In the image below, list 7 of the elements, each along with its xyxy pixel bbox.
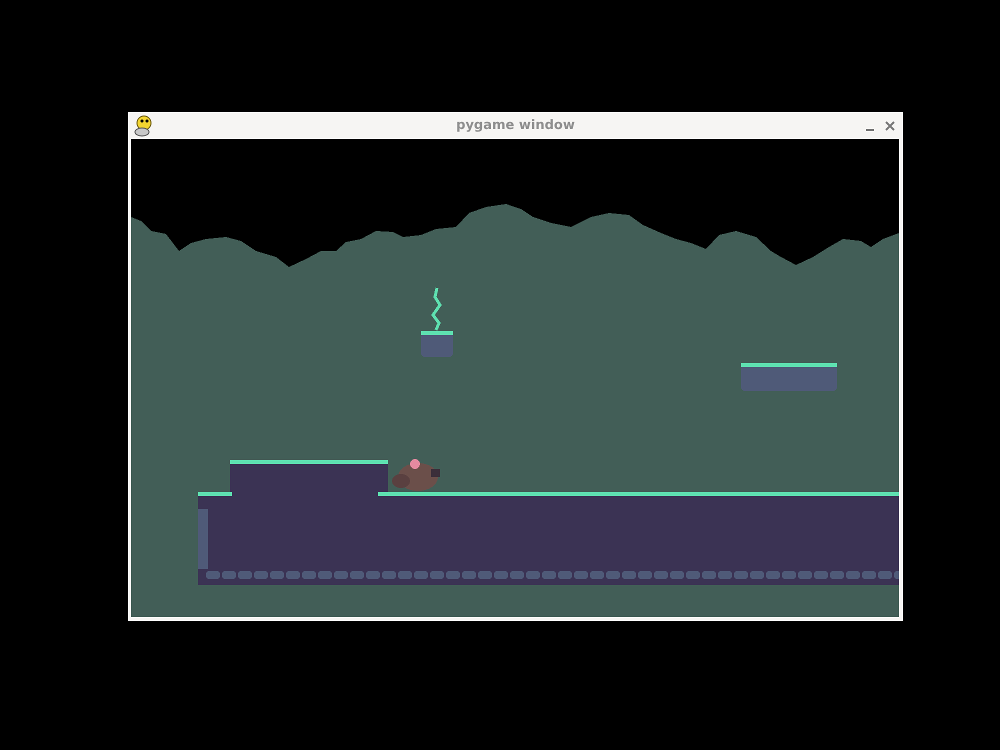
- wisp-drawing: [431, 288, 442, 331]
- floating-platform: [421, 331, 453, 357]
- snake-logo-icon: [133, 114, 153, 136]
- close-icon: [885, 120, 895, 130]
- mouse-character: [392, 459, 440, 491]
- window-title: pygame window: [456, 118, 575, 133]
- minimize-icon: [866, 128, 874, 130]
